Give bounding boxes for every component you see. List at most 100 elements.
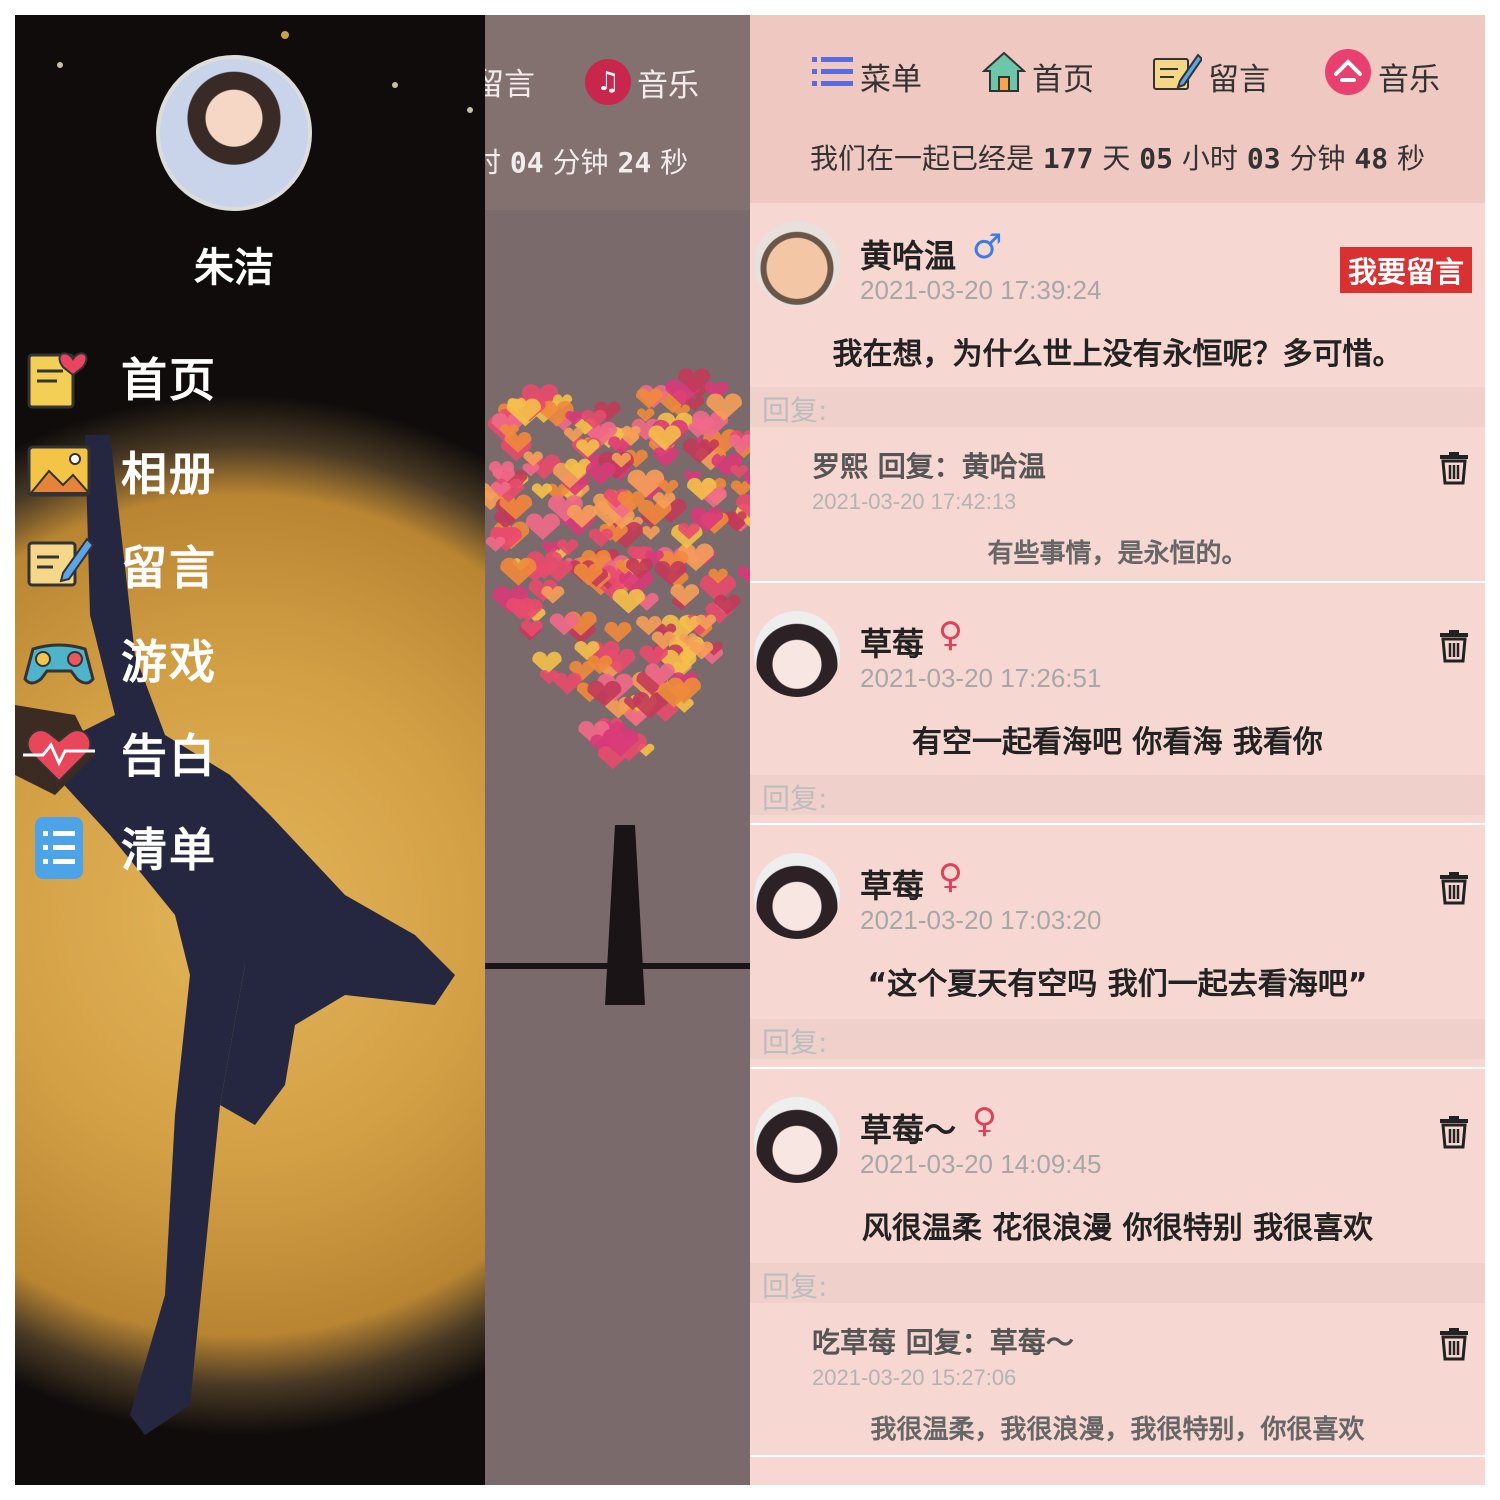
reply-bar[interactable]: 回复: [750,1263,1485,1303]
divider [750,1455,1485,1457]
nav-message[interactable]: 留言 [1152,51,1270,101]
trash-icon[interactable] [1437,629,1471,663]
post-content: 有空一起看海吧 你看海 我看你 [912,725,1323,760]
drawer-item-message[interactable]: 留言 [23,525,423,605]
user-avatar[interactable] [156,55,312,211]
divider [750,581,1485,583]
together-counter: 我们在一起已经是 177 天 05 小时 03 分钟 48 秒 [809,142,1426,175]
heartbeat-icon [23,717,95,789]
together-hours: 05 [1139,142,1174,175]
nav-music-label: 音乐 [1378,61,1440,98]
post-time: 2021-03-20 17:39:24 [860,275,1102,305]
counter-seconds: 24 [617,146,652,179]
drawer-item-label: 清单 [121,823,217,877]
nav-home-label: 首页 [1032,61,1094,98]
tree-heart [604,621,632,643]
trash-icon[interactable] [1437,1115,1471,1149]
tree-heart [658,479,679,496]
post-content: 风很温柔 花很浪漫 你很特别 我很喜欢 [861,1211,1374,1246]
side-drawer: 朱洁 首页 相册 留言 游戏 告白 清单 [15,15,485,1485]
avatar[interactable] [754,611,840,697]
note-edit-icon [23,529,95,601]
background-counter: 时 04 分钟 24 秒 [473,146,689,179]
reply-content: 有些事情，是永恒的。 [987,539,1248,569]
menu-list-icon [812,54,854,98]
tree-heart [553,672,582,695]
post-author: 草莓 [860,625,925,663]
post-author: 黄哈温 [860,237,957,275]
background-nav-music-label: 音乐 [637,67,699,104]
post-author: 草莓 [860,867,925,905]
nav-menu[interactable]: 菜单 [812,51,922,101]
trash-icon[interactable] [1437,1327,1471,1361]
counter-minutes: 04 [509,146,544,179]
post-time: 2021-03-20 17:26:51 [860,663,1102,693]
together-seconds: 48 [1354,142,1389,175]
post-time: 2021-03-20 17:03:20 [860,905,1102,935]
tree-heart [585,462,616,486]
music-note-icon: ♫ [585,59,631,105]
drawer-item-label: 相册 [121,447,217,501]
post-author: 草莓～ [860,1111,957,1149]
right-screen: 菜单 首页 留言 音乐 我们在一起已经是 177 天 05 小时 03 分钟 4… [750,15,1485,1485]
note-edit-icon [1152,51,1204,101]
drawer-item-home[interactable]: 首页 [23,337,423,417]
nav-music[interactable]: 音乐 [1324,48,1440,104]
divider [750,1067,1485,1069]
nav-menu-label: 菜单 [860,61,922,98]
tree-heart [641,525,660,540]
reply-bar[interactable]: 回复: [750,1019,1485,1059]
female-icon: ♀ [972,1101,997,1141]
reply-author: 罗熙 回复：黄哈温 [812,450,1046,483]
heart-tree-image [485,368,750,1005]
trash-icon[interactable] [1437,871,1471,905]
drawer-item-label: 告白 [121,729,217,783]
notebook-heart-icon [23,341,95,413]
nav-home[interactable]: 首页 [981,51,1094,101]
leave-message-button[interactable]: 我要留言 [1340,247,1473,293]
reply-bar[interactable]: 回复: [750,775,1485,815]
divider [750,823,1485,825]
reply-time: 2021-03-20 17:42:13 [812,489,1017,514]
post-time: 2021-03-20 14:09:45 [860,1149,1102,1179]
photo-album-icon [23,435,95,507]
reply-label: 回复: [762,1026,828,1059]
avatar[interactable] [754,853,840,939]
tree-heart [737,566,750,583]
reply-time: 2021-03-20 15:27:06 [812,1365,1017,1390]
reply-label: 回复: [762,1270,828,1303]
reply-author: 吃草莓 回复：草莓～ [812,1326,1074,1359]
drawer-username: 朱洁 [194,245,274,291]
avatar[interactable] [754,1097,840,1183]
tree-heart [525,513,560,540]
nav-message-label: 留言 [1208,61,1270,98]
drawer-item-label: 留言 [121,541,217,595]
together-days: 177 [1042,142,1094,175]
top-bar: 菜单 首页 留言 音乐 我们在一起已经是 177 天 05 小时 03 分钟 4… [750,15,1485,203]
trash-icon[interactable] [1437,451,1471,485]
drawer-item-album[interactable]: 相册 [23,431,423,511]
checklist-icon [23,811,95,883]
drawer-item-confess[interactable]: 告白 [23,713,423,793]
drawer-item-label: 首页 [121,353,217,407]
reply-bar[interactable]: 回复: [750,387,1485,427]
drawer-item-game[interactable]: 游戏 [23,619,423,699]
tree-heart [531,483,553,500]
background-nav-music: ♫ 音乐 [585,59,699,105]
together-minutes: 03 [1246,142,1281,175]
tree-heart [612,588,645,614]
female-icon: ♀ [938,615,963,655]
home-icon [981,51,1027,101]
music-disc-icon [1324,48,1372,104]
female-icon: ♀ [938,857,963,897]
drawer-item-label: 游戏 [121,635,217,689]
male-icon: ♂ [972,227,1003,267]
avatar[interactable] [754,221,840,307]
post-content: 我在想，为什么世上没有永恒呢？多可惜。 [832,337,1403,372]
gamepad-icon [23,623,95,695]
drawer-item-checklist[interactable]: 清单 [23,807,423,887]
reply-content: 我很温柔，我很浪漫，我很特别，你很喜欢 [870,1415,1365,1445]
left-screen: 留言 ♫ 音乐 时 04 分钟 24 秒 朱洁 首页 相册 留言 游戏 告白 清… [15,15,750,1485]
post-content: “这个夏天有空吗 我们一起去看海吧” [867,967,1368,1002]
reply-label: 回复: [762,394,828,427]
